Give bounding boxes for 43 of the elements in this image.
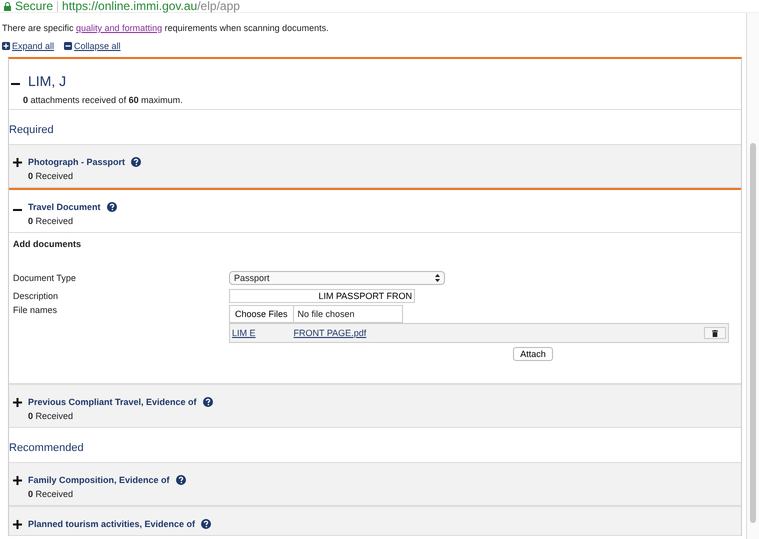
expand-all-link[interactable]: Expand all bbox=[2, 41, 54, 51]
help-icon[interactable] bbox=[202, 397, 213, 407]
section-title[interactable]: Travel Document bbox=[28, 202, 101, 212]
quality-link[interactable]: quality and formatting bbox=[76, 23, 162, 33]
field-label: Document Type bbox=[13, 273, 77, 283]
file-link[interactable]: LIM E bbox=[232, 328, 256, 338]
help-icon[interactable] bbox=[131, 157, 142, 167]
help-icon[interactable] bbox=[176, 475, 186, 485]
attach-button[interactable]: Attach bbox=[513, 347, 553, 361]
applicant-name: LIM, J bbox=[28, 73, 66, 89]
delete-button[interactable] bbox=[704, 327, 726, 339]
lock-icon bbox=[4, 2, 11, 10]
section-title[interactable]: Previous Compliant Travel, Evidence of bbox=[28, 397, 197, 407]
minus-icon bbox=[64, 42, 72, 50]
scrollbar[interactable] bbox=[746, 13, 759, 539]
file-link[interactable]: FRONT PAGE.pdf bbox=[294, 328, 366, 338]
file-status-text: No file chosen bbox=[296, 309, 355, 319]
plus-icon[interactable] bbox=[13, 520, 22, 528]
secure-label: Secure bbox=[15, 0, 54, 13]
url-text[interactable]: https://online.immi.gov.au/elp/app bbox=[62, 0, 240, 13]
received-count: 0 Received bbox=[28, 216, 74, 226]
field-label: File names bbox=[13, 305, 58, 315]
received-count: 0 Received bbox=[28, 489, 74, 499]
collapse-all-link[interactable]: Collapse all bbox=[64, 41, 121, 51]
description-field[interactable]: LIM PASSPORT FRON bbox=[229, 289, 415, 303]
trash-icon bbox=[712, 330, 718, 336]
plus-icon[interactable] bbox=[13, 158, 22, 166]
received-count: 0 Received bbox=[28, 411, 74, 421]
plus-icon[interactable] bbox=[13, 476, 22, 484]
section-title[interactable]: Family Composition, Evidence of bbox=[28, 475, 170, 485]
attachments-summary: 0 attachments received of 60 maximum. bbox=[23, 95, 184, 105]
plus-icon[interactable] bbox=[13, 398, 22, 406]
form-heading: Add documents bbox=[13, 239, 82, 249]
group-heading: Recommended bbox=[9, 441, 85, 456]
group-heading: Required bbox=[9, 123, 55, 138]
section-title[interactable]: Planned tourism activities, Evidence of bbox=[28, 519, 196, 529]
field-label: Description bbox=[13, 291, 60, 301]
document-type-dropdown[interactable]: Passport bbox=[229, 271, 445, 285]
help-icon[interactable] bbox=[106, 202, 117, 212]
updown-arrows-icon bbox=[435, 274, 440, 282]
section-title[interactable]: Photograph - Passport bbox=[28, 157, 126, 167]
help-icon[interactable] bbox=[201, 519, 212, 529]
received-count: 0 Received bbox=[28, 171, 74, 181]
